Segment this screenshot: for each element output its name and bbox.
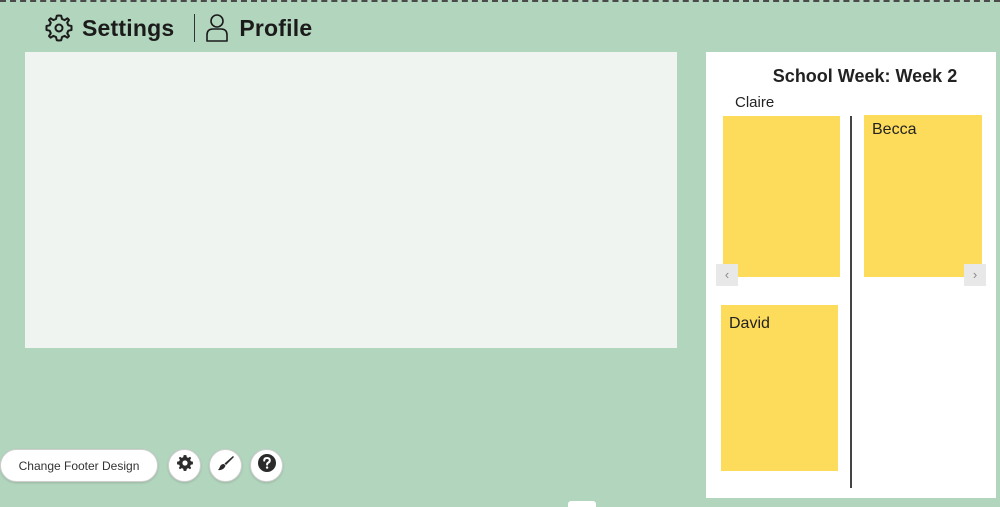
settings-label: Settings bbox=[82, 14, 175, 41]
header-separator bbox=[194, 14, 196, 42]
help-icon bbox=[257, 453, 277, 478]
user-outline-icon bbox=[205, 13, 229, 43]
sticky-note-david[interactable]: David bbox=[721, 305, 838, 471]
design-brush-button[interactable] bbox=[209, 449, 242, 482]
change-footer-design-button[interactable]: Change Footer Design bbox=[0, 449, 158, 482]
profile-label: Profile bbox=[239, 14, 313, 41]
note-label-david: David bbox=[729, 315, 770, 332]
brush-icon bbox=[217, 454, 235, 477]
gear-outline-icon bbox=[44, 13, 74, 43]
chevron-right-icon: › bbox=[972, 267, 978, 282]
chevron-left-icon: ‹ bbox=[724, 267, 730, 282]
change-footer-design-label: Change Footer Design bbox=[18, 458, 140, 473]
column-divider bbox=[850, 116, 852, 488]
bottom-handle[interactable] bbox=[568, 501, 596, 507]
header-nav: Settings Profile bbox=[44, 12, 312, 44]
note-label-claire: Claire bbox=[735, 94, 775, 111]
settings-button[interactable] bbox=[168, 449, 201, 482]
note-label-becca: Becca bbox=[872, 121, 917, 138]
sticky-note-becca[interactable]: Becca bbox=[864, 115, 982, 277]
main-canvas[interactable] bbox=[25, 52, 677, 348]
settings-link[interactable]: Settings bbox=[44, 13, 174, 43]
next-arrow-button[interactable]: › bbox=[964, 264, 986, 286]
top-dashed-border bbox=[0, 0, 1000, 2]
sticky-note-claire[interactable] bbox=[723, 116, 840, 277]
profile-link[interactable]: Profile bbox=[205, 13, 312, 43]
panel-title: School Week: Week 2 bbox=[772, 66, 958, 86]
gear-icon bbox=[176, 454, 194, 477]
school-week-panel: School Week: Week 2 Claire Becca David ‹… bbox=[706, 52, 996, 498]
help-button[interactable] bbox=[250, 449, 283, 482]
prev-arrow-button[interactable]: ‹ bbox=[716, 264, 738, 286]
